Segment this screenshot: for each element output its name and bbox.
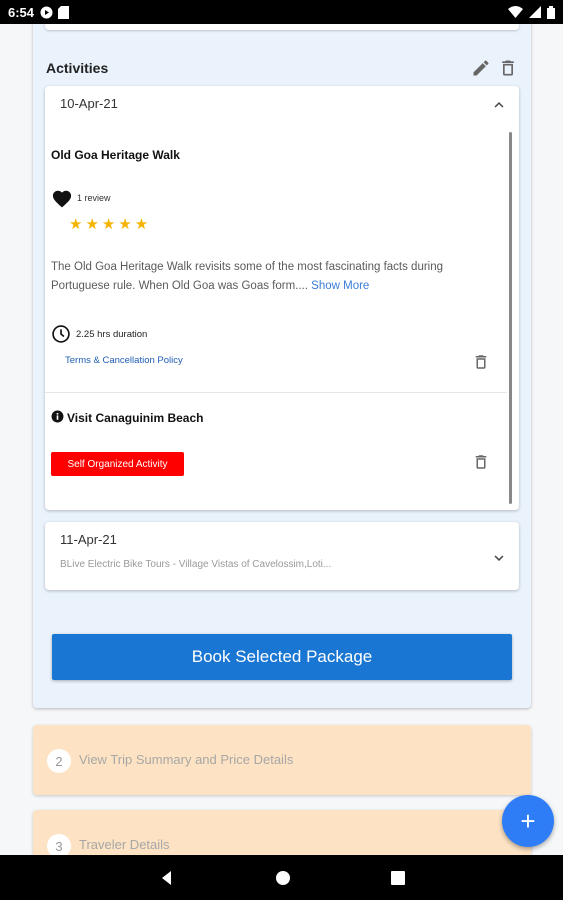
book-package-button[interactable]: Book Selected Package bbox=[52, 634, 512, 680]
step-trip-summary[interactable]: 2 View Trip Summary and Price Details bbox=[33, 725, 531, 795]
previous-section-card bbox=[45, 24, 519, 30]
chevron-down-icon[interactable] bbox=[490, 549, 508, 567]
activity-duration: 2.25 hrs duration bbox=[76, 329, 148, 340]
step-label: Traveler Details bbox=[79, 837, 170, 852]
wifi-icon bbox=[508, 6, 523, 18]
back-icon[interactable] bbox=[159, 870, 175, 886]
day-summary: BLive Electric Bike Tours - Village Vist… bbox=[60, 559, 332, 570]
delete-activity-icon[interactable] bbox=[472, 352, 490, 372]
battery-icon bbox=[547, 5, 555, 19]
chevron-up-icon[interactable] bbox=[490, 96, 508, 114]
step1-panel: Activities 10-Apr-21 Old Goa Heritage Wa… bbox=[33, 24, 531, 708]
step-number: 2 bbox=[47, 749, 71, 773]
day-card-1: 10-Apr-21 Old Goa Heritage Walk 1 review… bbox=[45, 86, 519, 510]
activity-name: Old Goa Heritage Walk bbox=[51, 148, 180, 162]
signal-icon bbox=[529, 6, 541, 18]
activities-title: Activities bbox=[46, 60, 109, 76]
status-bar: 6:54 bbox=[0, 0, 563, 24]
status-time: 6:54 bbox=[8, 4, 35, 20]
add-fab-button[interactable]: + bbox=[502, 795, 554, 847]
scrollbar[interactable] bbox=[509, 132, 512, 504]
clock-icon bbox=[52, 325, 70, 343]
delete-icon[interactable] bbox=[498, 58, 518, 78]
star-rating: ★★★★★ bbox=[69, 216, 152, 233]
heart-icon[interactable] bbox=[51, 188, 73, 208]
recents-icon[interactable] bbox=[390, 870, 405, 885]
day-date-2: 11-Apr-21 bbox=[60, 532, 117, 547]
step-number: 3 bbox=[47, 834, 71, 855]
home-icon[interactable] bbox=[275, 870, 291, 886]
step-traveler-details[interactable]: 3 Traveler Details bbox=[33, 810, 531, 855]
description-text: The Old Goa Heritage Walk revisits some … bbox=[51, 261, 444, 292]
step-label: View Trip Summary and Price Details bbox=[79, 752, 294, 767]
divider bbox=[45, 392, 507, 393]
day-card-2[interactable]: 11-Apr-21 BLive Electric Bike Tours - Vi… bbox=[45, 522, 519, 590]
self-organized-badge: Self Organized Activity bbox=[51, 452, 184, 476]
day-date: 10-Apr-21 bbox=[60, 96, 118, 111]
delete-activity-icon-2[interactable] bbox=[472, 452, 490, 472]
activity-name-2: Visit Canaguinim Beach bbox=[67, 411, 204, 425]
activity-description: The Old Goa Heritage Walk revisits some … bbox=[51, 258, 471, 296]
page: Activities 10-Apr-21 Old Goa Heritage Wa… bbox=[0, 24, 563, 855]
review-count: 1 review bbox=[77, 193, 111, 203]
plus-icon: + bbox=[520, 805, 536, 836]
navigation-bar bbox=[0, 855, 563, 900]
cancellation-policy-link[interactable]: Terms & Cancellation Policy bbox=[65, 355, 183, 366]
edit-icon[interactable] bbox=[471, 58, 491, 78]
google-play-icon bbox=[40, 6, 53, 18]
sd-card-icon bbox=[58, 5, 70, 19]
info-icon bbox=[51, 410, 64, 423]
show-more-link[interactable]: Show More bbox=[311, 280, 369, 292]
